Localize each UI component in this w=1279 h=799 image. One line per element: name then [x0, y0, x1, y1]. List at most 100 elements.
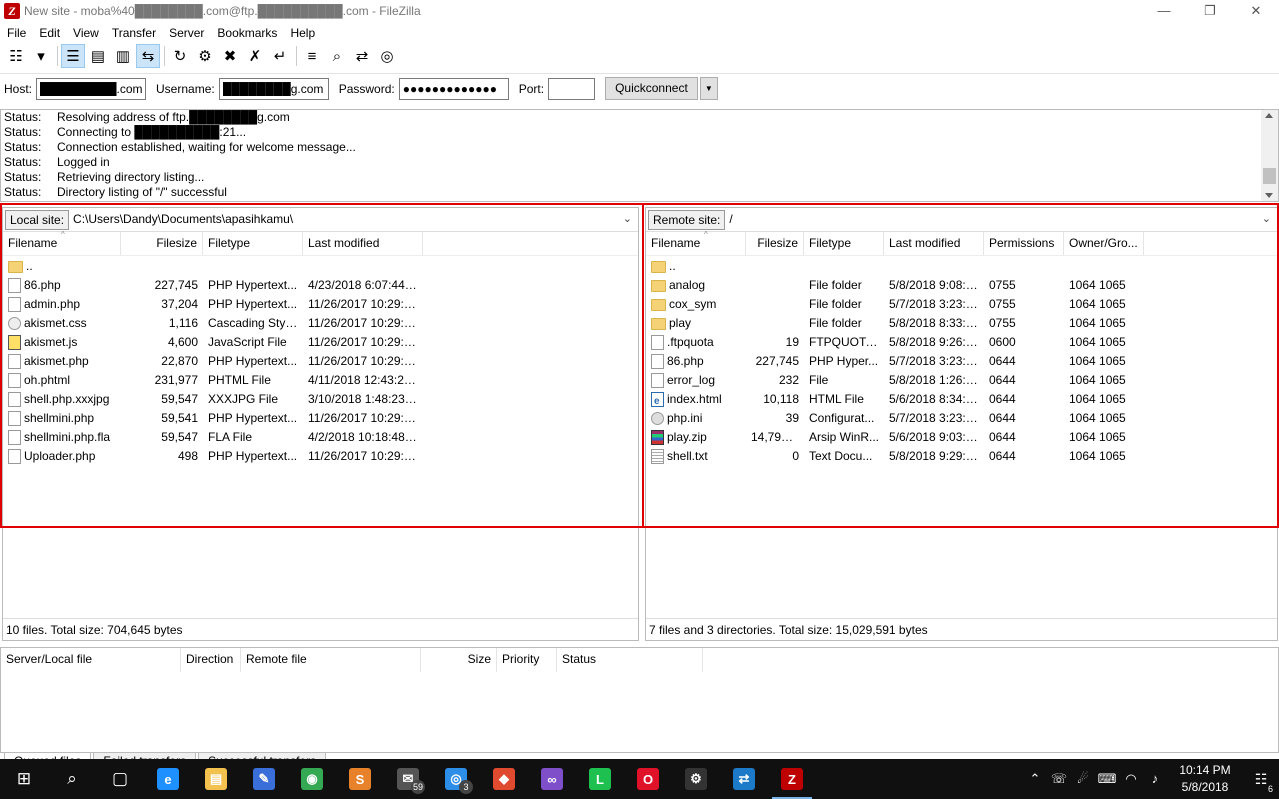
show-hidden-icons-icon[interactable]: ⌃: [1023, 771, 1047, 787]
menu-file[interactable]: File: [0, 24, 32, 42]
sync-browsing-button[interactable]: ⌕: [325, 44, 349, 68]
toggle-queue-button[interactable]: ⇆: [136, 44, 160, 68]
instagram-taskbar-button[interactable]: ◎ 3: [432, 759, 480, 799]
wifi-icon[interactable]: ◠: [1119, 771, 1143, 787]
quickconnect-button[interactable]: Quickconnect: [605, 77, 698, 100]
log-scrollbar[interactable]: [1261, 110, 1278, 201]
file-row[interactable]: shellmini.php 59,541 PHP Hypertext... 11/26…: [3, 409, 638, 428]
file-row[interactable]: admin.php 37,204 PHP Hypertext... 11/26/201…: [3, 295, 638, 314]
file-row[interactable]: ..: [3, 257, 638, 276]
start-button[interactable]: ⊞: [0, 759, 48, 799]
scroll-down-icon[interactable]: [1265, 193, 1273, 198]
line-taskbar-button[interactable]: L: [576, 759, 624, 799]
menu-transfer[interactable]: Transfer: [105, 24, 162, 42]
file-row[interactable]: oh.phtml 231,977 PHTML File 4/11/2018 12:43…: [3, 371, 638, 390]
search-remote-button[interactable]: ◎: [375, 44, 399, 68]
local-file-list[interactable]: .. 86.php 227,745 PHP Hypertext... 4/23/2018…: [3, 256, 638, 466]
task-view-button[interactable]: ▢: [96, 759, 144, 799]
username-input[interactable]: [218, 77, 329, 100]
menu-edit[interactable]: Edit: [32, 24, 66, 42]
maximize-button[interactable]: ❐: [1187, 0, 1233, 22]
local-col-filetype[interactable]: Filetype: [203, 232, 303, 255]
volume-icon[interactable]: ♪: [1143, 771, 1167, 787]
toggle-message-log-button[interactable]: ☰: [61, 44, 85, 68]
file-row[interactable]: ..: [646, 257, 1277, 276]
file-row[interactable]: error_log 232 File 5/8/2018 1:26:1... 0644 10…: [646, 371, 1277, 390]
close-button[interactable]: ✕: [1233, 0, 1279, 22]
settings-taskbar-button[interactable]: ⚙: [672, 759, 720, 799]
transfer-queue[interactable]: Server/Local file Direction Remote file Siz…: [0, 647, 1279, 753]
file-row[interactable]: 86.php 227,745 PHP Hypertext... 4/23/2018 6…: [3, 276, 638, 295]
file-explorer-taskbar-button[interactable]: ▤: [192, 759, 240, 799]
sublime-taskbar-button[interactable]: S: [336, 759, 384, 799]
mail-taskbar-button[interactable]: ✉ 59: [384, 759, 432, 799]
file-row[interactable]: Uploader.php 498 PHP Hypertext... 11/26/201…: [3, 447, 638, 466]
dropdown-arrow-button[interactable]: ▾: [29, 44, 53, 68]
menu-help[interactable]: Help: [283, 24, 321, 42]
file-row[interactable]: play.zip 14,791,438 Arsip WinR... 5/6/2018 …: [646, 428, 1277, 447]
toggle-remote-tree-button[interactable]: ▥: [111, 44, 135, 68]
paint-taskbar-button[interactable]: ✎: [240, 759, 288, 799]
file-row[interactable]: shellmini.php.fla 59,547 FLA File 4/2/2018 …: [3, 428, 638, 447]
port-input[interactable]: [548, 77, 596, 100]
minimize-button[interactable]: —: [1141, 0, 1187, 22]
git-taskbar-button[interactable]: ◆: [480, 759, 528, 799]
remote-col-filetype[interactable]: Filetype: [804, 232, 884, 255]
queue-col-remotefile[interactable]: Remote file: [241, 648, 421, 672]
password-input[interactable]: [398, 77, 509, 100]
local-path-combobox[interactable]: C:\Users\Dandy\Documents\apasihkamu\ ⌄: [69, 210, 636, 230]
process-queue-button[interactable]: ⚙: [193, 44, 217, 68]
action-center-button[interactable]: ☷ 6: [1243, 771, 1279, 794]
remote-col-permissions[interactable]: Permissions: [984, 232, 1064, 255]
queue-col-status[interactable]: Status: [557, 648, 703, 672]
remote-path-combobox[interactable]: / ⌄: [725, 210, 1275, 230]
search-button[interactable]: ⌕: [48, 759, 96, 799]
toggle-local-tree-button[interactable]: ▤: [86, 44, 110, 68]
remote-col-lastmodified[interactable]: Last modified: [884, 232, 984, 255]
queue-col-size[interactable]: Size: [421, 648, 497, 672]
queue-col-serverlocalfile[interactable]: Server/Local file: [1, 648, 181, 672]
refresh-button[interactable]: ↻: [168, 44, 192, 68]
quickconnect-history-dropdown[interactable]: ▼: [699, 77, 718, 100]
file-row[interactable]: shell.txt 0 Text Docu... 5/8/2018 9:29:4...…: [646, 447, 1277, 466]
file-row[interactable]: php.ini 39 Configurat... 5/7/2018 3:23:4...…: [646, 409, 1277, 428]
remote-col-filesize[interactable]: Filesize: [746, 232, 804, 255]
local-col-lastmodified[interactable]: Last modified: [303, 232, 423, 255]
cancel-operation-button[interactable]: ✖: [218, 44, 242, 68]
line-tray-icon[interactable]: ☏: [1047, 771, 1071, 787]
queue-col-direction[interactable]: Direction: [181, 648, 241, 672]
disconnect-button[interactable]: ✗: [243, 44, 267, 68]
remote-col-ownergro[interactable]: Owner/Gro...: [1064, 232, 1144, 255]
chrome-taskbar-button[interactable]: ◉: [288, 759, 336, 799]
file-row[interactable]: shell.php.xxxjpg 59,547 XXXJPG File 3/10/20…: [3, 390, 638, 409]
local-col-filesize[interactable]: Filesize: [121, 232, 203, 255]
compare-directories-button[interactable]: ⇄: [350, 44, 374, 68]
file-row[interactable]: .ftpquota 19 FTPQUOTA... 5/8/2018 9:26:2...…: [646, 333, 1277, 352]
menu-server[interactable]: Server: [162, 24, 210, 42]
file-row[interactable]: 86.php 227,745 PHP Hyper... 5/7/2018 3:23:1…: [646, 352, 1277, 371]
file-row[interactable]: play File folder 5/8/2018 8:33:4... 0755 106…: [646, 314, 1277, 333]
menu-bookmarks[interactable]: Bookmarks: [210, 24, 283, 42]
keyboard-icon[interactable]: ⌨: [1095, 771, 1119, 787]
edge-taskbar-button[interactable]: e: [144, 759, 192, 799]
chevron-down-icon[interactable]: ⌄: [623, 210, 632, 228]
filezilla-taskbar-button[interactable]: Z: [768, 759, 816, 799]
file-row[interactable]: akismet.php 22,870 PHP Hypertext... 11/26/2…: [3, 352, 638, 371]
visual-studio-taskbar-button[interactable]: ∞: [528, 759, 576, 799]
system-clock[interactable]: 10:14 PM 5/8/2018: [1167, 762, 1243, 796]
reconnect-button[interactable]: ↵: [268, 44, 292, 68]
opera-taskbar-button[interactable]: O: [624, 759, 672, 799]
file-row[interactable]: analog File folder 5/8/2018 9:08:4... 0755 1…: [646, 276, 1277, 295]
remote-file-list[interactable]: .. analog File folder 5/8/2018 9:08:4... 075…: [646, 256, 1277, 466]
log-scroll-thumb[interactable]: [1263, 168, 1276, 184]
pen-tray-icon[interactable]: ☄: [1071, 771, 1095, 787]
menu-view[interactable]: View: [66, 24, 105, 42]
chevron-down-icon[interactable]: ⌄: [1262, 210, 1271, 228]
file-row[interactable]: akismet.js 4,600 JavaScript File 11/26/2017…: [3, 333, 638, 352]
directory-filter-button[interactable]: ≡: [300, 44, 324, 68]
scroll-up-icon[interactable]: [1265, 113, 1273, 118]
host-input[interactable]: [36, 77, 147, 100]
file-row[interactable]: akismet.css 1,116 Cascading Styl... 11/26/2…: [3, 314, 638, 333]
site-manager-button[interactable]: ☷: [4, 44, 28, 68]
message-log[interactable]: Status: Resolving address of ftp.████████…: [0, 109, 1279, 202]
